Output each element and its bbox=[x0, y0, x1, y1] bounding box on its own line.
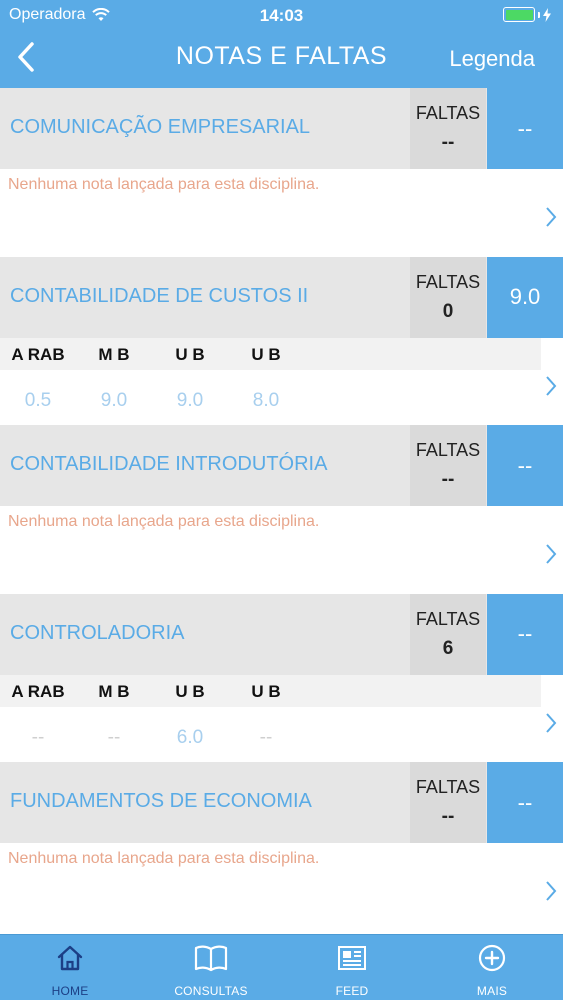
home-icon bbox=[57, 945, 83, 971]
tab-label: CONSULTAS bbox=[174, 984, 248, 998]
course-name: CONTABILIDADE INTRODUTÓRIA bbox=[10, 453, 328, 475]
grade-label: U B bbox=[175, 681, 205, 701]
course-card[interactable]: CONTROLADORIA FALTAS 6 -- A RAB M B U B … bbox=[0, 593, 563, 762]
absences-value: -- bbox=[441, 469, 455, 490]
grade-label: A RAB bbox=[11, 681, 65, 701]
course-card[interactable]: CONTABILIDADE DE CUSTOS II FALTAS 0 9.0 … bbox=[0, 256, 563, 425]
tab-feed[interactable]: FEED bbox=[282, 935, 422, 1000]
no-grades-message: Nenhuma nota lançada para esta disciplin… bbox=[8, 850, 320, 867]
nav-bar: NOTAS E FALTAS Legenda bbox=[0, 34, 563, 80]
absences-box: FALTAS 6 bbox=[410, 593, 486, 675]
grade-value: 6.0 bbox=[176, 726, 204, 748]
absences-box: FALTAS -- bbox=[410, 425, 486, 506]
absences-box: FALTAS -- bbox=[410, 88, 486, 169]
status-bar: Operadora 14:03 bbox=[0, 4, 563, 26]
grade-label: M B bbox=[98, 344, 130, 364]
course-list[interactable]: COMUNICAÇÃO EMPRESARIAL FALTAS -- -- Nen… bbox=[0, 88, 563, 934]
average-value: -- bbox=[487, 88, 563, 169]
absences-label: FALTAS bbox=[415, 608, 481, 629]
absences-label: FALTAS bbox=[415, 271, 481, 292]
absences-value: -- bbox=[441, 132, 455, 153]
absences-value: 0 bbox=[442, 300, 454, 322]
charging-bolt-icon bbox=[543, 7, 551, 22]
course-header: CONTABILIDADE INTRODUTÓRIA FALTAS -- -- bbox=[0, 425, 563, 506]
absences-label: FALTAS bbox=[415, 777, 481, 797]
newspaper-icon bbox=[338, 946, 366, 970]
grade-value: 8.0 bbox=[252, 389, 280, 411]
absences-box: FALTAS -- bbox=[410, 762, 486, 843]
course-card[interactable]: COMUNICAÇÃO EMPRESARIAL FALTAS -- -- Nen… bbox=[0, 88, 563, 257]
tab-mais[interactable]: MAIS bbox=[422, 935, 562, 1000]
battery-icon bbox=[503, 7, 551, 22]
course-name: COMUNICAÇÃO EMPRESARIAL bbox=[10, 116, 311, 138]
chevron-right-icon[interactable] bbox=[545, 206, 557, 228]
course-name: CONTABILIDADE DE CUSTOS II bbox=[10, 284, 309, 307]
grade-value: -- bbox=[107, 726, 121, 748]
course-header: FUNDAMENTOS DE ECONOMIA FALTAS -- -- bbox=[0, 762, 563, 843]
tab-bar: HOME CONSULTAS FEED MAIS bbox=[0, 934, 563, 1000]
grade-label: A RAB bbox=[11, 344, 65, 364]
chevron-right-icon[interactable] bbox=[545, 543, 557, 565]
tab-consultas[interactable]: CONSULTAS bbox=[141, 935, 281, 1000]
grade-value: 9.0 bbox=[176, 389, 204, 411]
tab-label: HOME bbox=[51, 984, 89, 998]
absences-box: FALTAS 0 bbox=[410, 256, 486, 338]
grade-value: -- bbox=[259, 726, 273, 748]
plus-circle-icon bbox=[478, 944, 506, 972]
grade-value: 0.5 bbox=[24, 389, 52, 411]
tab-label: MAIS bbox=[476, 984, 508, 998]
no-grades-message: Nenhuma nota lançada para esta disciplin… bbox=[8, 513, 320, 530]
average-value: -- bbox=[487, 593, 563, 675]
average-value: -- bbox=[487, 762, 563, 843]
chevron-right-icon[interactable] bbox=[545, 880, 557, 902]
course-header: CONTABILIDADE DE CUSTOS II FALTAS 0 9.0 bbox=[0, 256, 563, 338]
course-header: CONTROLADORIA FALTAS 6 -- bbox=[0, 593, 563, 675]
course-name: FUNDAMENTOS DE ECONOMIA bbox=[10, 790, 312, 812]
course-name: CONTROLADORIA bbox=[10, 621, 185, 644]
course-card[interactable]: CONTABILIDADE INTRODUTÓRIA FALTAS -- -- … bbox=[0, 425, 563, 594]
tab-home[interactable]: HOME bbox=[0, 935, 140, 1000]
course-card[interactable]: FUNDAMENTOS DE ECONOMIA FALTAS -- -- Nen… bbox=[0, 762, 563, 931]
grade-label: M B bbox=[98, 681, 130, 701]
status-time: 14:03 bbox=[259, 6, 304, 25]
absences-label: FALTAS bbox=[415, 103, 481, 123]
grade-label: U B bbox=[251, 344, 281, 364]
tab-label: FEED bbox=[335, 984, 369, 998]
top-bar: Operadora 14:03 NOTAS E FALTAS Legenda bbox=[0, 0, 563, 88]
absences-label: FALTAS bbox=[415, 440, 481, 460]
chevron-right-icon[interactable] bbox=[545, 712, 557, 734]
book-icon bbox=[194, 945, 228, 972]
grade-value: 9.0 bbox=[100, 389, 128, 411]
grade-label: U B bbox=[251, 681, 281, 701]
absences-value: 6 bbox=[442, 637, 454, 659]
legend-button[interactable]: Legenda bbox=[449, 46, 535, 72]
chevron-right-icon[interactable] bbox=[545, 375, 557, 397]
grade-label: U B bbox=[175, 344, 205, 364]
no-grades-message: Nenhuma nota lançada para esta disciplin… bbox=[8, 176, 320, 193]
course-header: COMUNICAÇÃO EMPRESARIAL FALTAS -- -- bbox=[0, 88, 563, 169]
average-value: 9.0 bbox=[487, 256, 563, 338]
average-value: -- bbox=[487, 425, 563, 506]
absences-value: -- bbox=[441, 806, 455, 827]
grade-value: -- bbox=[31, 726, 45, 748]
